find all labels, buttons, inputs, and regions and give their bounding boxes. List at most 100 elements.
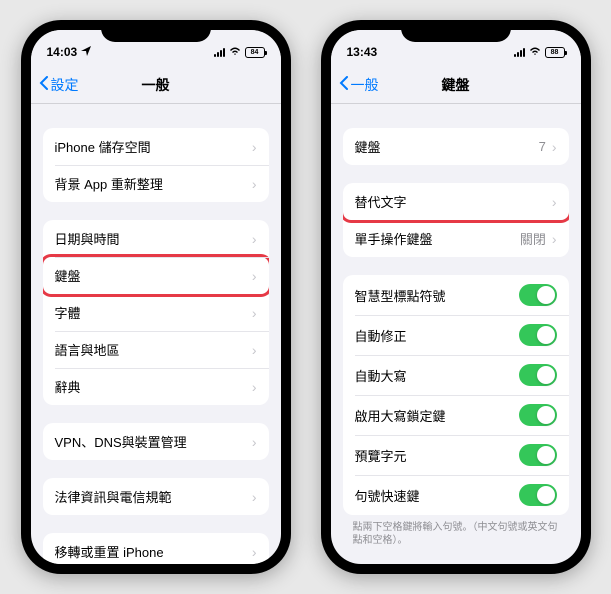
row-label: 句號快速鍵 xyxy=(355,486,420,505)
nav-bar: 一般 鍵盤 xyxy=(331,66,581,104)
settings-row[interactable]: 辭典 › xyxy=(43,368,269,405)
location-icon xyxy=(81,45,91,59)
content-right[interactable]: 鍵盤7› 替代文字›單手操作鍵盤關閉› 智慧型標點符號自動修正自動大寫啟用大寫鎖… xyxy=(331,104,581,564)
chevron-right-icon: › xyxy=(552,231,557,247)
battery-icon: 88 xyxy=(545,47,565,58)
settings-row[interactable]: 自動大寫 xyxy=(343,355,569,395)
row-accessory xyxy=(519,324,557,346)
row-label: 法律資訊與電信規範 xyxy=(55,487,172,506)
toggle-switch[interactable] xyxy=(519,324,557,346)
back-button[interactable]: 設定 xyxy=(39,75,79,95)
settings-row[interactable]: iPhone 儲存空間› xyxy=(43,128,269,165)
toggle-switch[interactable] xyxy=(519,484,557,506)
toggle-switch[interactable] xyxy=(519,404,557,426)
settings-row[interactable]: 單手操作鍵盤 關閉 › xyxy=(343,220,569,257)
row-label: 替代文字 xyxy=(355,192,407,211)
row-accessory: › xyxy=(252,231,257,247)
chevron-right-icon: › xyxy=(252,342,257,358)
row-label: 背景 App 重新整理 xyxy=(55,174,163,193)
settings-row[interactable]: VPN、DNS與裝置管理 › xyxy=(43,423,269,460)
notch xyxy=(101,20,211,42)
row-value: 關閉 xyxy=(520,229,546,248)
row-label: 鍵盤 xyxy=(355,137,381,156)
row-label: 智慧型標點符號 xyxy=(355,286,446,305)
row-label: VPN、DNS與裝置管理 xyxy=(55,432,187,451)
phone-right: 13:43 88 一般 鍵盤 鍵盤7› 替代文字›單手操作鍵盤關閉› 智慧型 xyxy=(321,20,591,574)
toggle-switch[interactable] xyxy=(519,284,557,306)
phone-left: 14:03 84 設定 一般 iPhone xyxy=(21,20,291,574)
row-accessory xyxy=(519,284,557,306)
status-time: 14:03 xyxy=(47,45,78,59)
back-button[interactable]: 一般 xyxy=(339,75,379,95)
settings-group: 智慧型標點符號自動修正自動大寫啟用大寫鎖定鍵預覽字元句號快速鍵 xyxy=(343,275,569,515)
row-label: 啟用大寫鎖定鍵 xyxy=(355,406,446,425)
settings-row[interactable]: 鍵盤7› xyxy=(343,128,569,165)
settings-group: VPN、DNS與裝置管理 › xyxy=(43,423,269,460)
settings-group: 替代文字 › 單手操作鍵盤 關閉 › xyxy=(343,183,569,257)
settings-row[interactable]: 預覽字元 xyxy=(343,435,569,475)
settings-row[interactable]: 自動修正 xyxy=(343,315,569,355)
row-label: 單手操作鍵盤 xyxy=(355,229,433,248)
row-accessory xyxy=(519,404,557,426)
row-accessory xyxy=(519,484,557,506)
signal-icon xyxy=(214,47,225,57)
settings-row[interactable]: 語言與地區 › xyxy=(43,331,269,368)
settings-row[interactable]: 鍵盤› xyxy=(43,257,269,294)
signal-icon xyxy=(514,47,525,57)
settings-group: 移轉或重置 iPhone›關機 xyxy=(43,533,269,564)
settings-group: 日期與時間›鍵盤›字體›語言與地區›辭典› xyxy=(43,220,269,405)
row-accessory: › xyxy=(252,342,257,358)
settings-row[interactable]: 法律資訊與電信規範 › xyxy=(43,478,269,515)
row-label: 自動大寫 xyxy=(355,366,407,385)
toggle-switch[interactable] xyxy=(519,364,557,386)
content-left[interactable]: iPhone 儲存空間›背景 App 重新整理› 日期與時間›鍵盤›字體›語言與… xyxy=(31,104,281,564)
settings-row[interactable]: 智慧型標點符號 xyxy=(343,275,569,315)
back-label: 一般 xyxy=(351,75,379,95)
settings-row[interactable]: 啟用大寫鎖定鍵 xyxy=(343,395,569,435)
row-accessory: › xyxy=(252,305,257,321)
row-accessory xyxy=(519,364,557,386)
row-label: 語言與地區 xyxy=(55,340,120,359)
chevron-right-icon: › xyxy=(252,305,257,321)
row-label: 辭典 xyxy=(55,377,81,396)
page-title: 一般 xyxy=(142,75,170,95)
settings-row[interactable]: 字體 › xyxy=(43,294,269,331)
row-accessory: 7› xyxy=(539,139,557,155)
battery-icon: 84 xyxy=(245,47,265,58)
row-accessory: › xyxy=(552,194,557,210)
settings-group: 鍵盤7› xyxy=(343,128,569,165)
settings-row[interactable]: 移轉或重置 iPhone› xyxy=(43,533,269,564)
row-label: 預覽字元 xyxy=(355,446,407,465)
settings-row[interactable]: 背景 App 重新整理 › xyxy=(43,165,269,202)
notch xyxy=(401,20,511,42)
chevron-right-icon: › xyxy=(252,434,257,450)
row-accessory: › xyxy=(252,139,257,155)
toggle-switch[interactable] xyxy=(519,444,557,466)
row-accessory xyxy=(519,444,557,466)
row-label: 字體 xyxy=(55,303,81,322)
settings-group: 法律資訊與電信規範 › xyxy=(43,478,269,515)
settings-row[interactable]: 替代文字 › xyxy=(343,183,569,220)
status-time: 13:43 xyxy=(347,45,378,59)
chevron-right-icon: › xyxy=(252,231,257,247)
wifi-icon xyxy=(229,45,241,59)
chevron-right-icon: › xyxy=(252,544,257,560)
row-accessory: › xyxy=(252,379,257,395)
settings-group: iPhone 儲存空間› 背景 App 重新整理 › xyxy=(43,128,269,202)
screen-left: 14:03 84 設定 一般 iPhone xyxy=(31,30,281,564)
back-label: 設定 xyxy=(51,75,79,95)
chevron-right-icon: › xyxy=(252,489,257,505)
chevron-left-icon xyxy=(339,76,349,93)
row-accessory: › xyxy=(252,434,257,450)
settings-row[interactable]: 句號快速鍵 xyxy=(343,475,569,515)
chevron-right-icon: › xyxy=(552,139,557,155)
settings-row[interactable]: 日期與時間› xyxy=(43,220,269,257)
screen-right: 13:43 88 一般 鍵盤 鍵盤7› 替代文字›單手操作鍵盤關閉› 智慧型 xyxy=(331,30,581,564)
row-value: 7 xyxy=(539,139,546,154)
nav-bar: 設定 一般 xyxy=(31,66,281,104)
row-accessory: 關閉 › xyxy=(520,229,557,248)
chevron-right-icon: › xyxy=(252,379,257,395)
row-accessory: › xyxy=(252,489,257,505)
chevron-right-icon: › xyxy=(252,176,257,192)
row-label: 鍵盤 xyxy=(55,266,81,285)
